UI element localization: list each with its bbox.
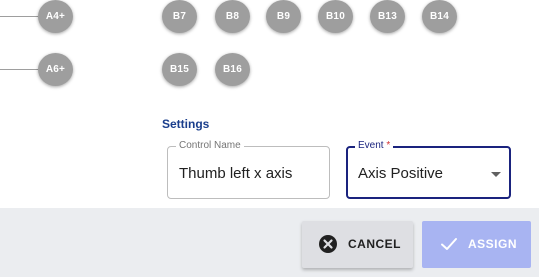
- button-b9[interactable]: B9: [266, 0, 301, 33]
- close-circle-icon: [319, 235, 337, 253]
- chevron-down-icon[interactable]: [491, 172, 501, 177]
- axis-connector-line: [0, 69, 38, 70]
- dialog-actions: CANCEL ASSIGN: [0, 208, 539, 277]
- cancel-button-label: CANCEL: [348, 237, 401, 251]
- control-name-label: Control Name: [176, 139, 244, 153]
- mapping-panel: A4+ B7 B8 B9 B10 B13 B14 A6+ B15 B16 Set…: [0, 0, 539, 208]
- button-b16[interactable]: B16: [215, 53, 250, 86]
- button-b8[interactable]: B8: [215, 0, 250, 33]
- control-name-field[interactable]: Control Name Thumb left x axis: [167, 139, 330, 199]
- axis-connector-line: [0, 16, 38, 17]
- button-b15[interactable]: B15: [162, 53, 197, 86]
- control-name-input[interactable]: Thumb left x axis: [179, 165, 292, 182]
- settings-heading: Settings: [162, 117, 210, 131]
- button-b13[interactable]: B13: [370, 0, 405, 33]
- event-selected-value: Axis Positive: [358, 165, 444, 182]
- event-label: Event *: [355, 139, 394, 153]
- assign-button[interactable]: ASSIGN: [422, 221, 531, 268]
- check-icon: [439, 235, 459, 253]
- assign-button-label: ASSIGN: [468, 237, 518, 251]
- event-label-text: Event: [358, 140, 384, 151]
- button-b7[interactable]: B7: [162, 0, 197, 33]
- axis-button-a6[interactable]: A6+: [38, 53, 73, 86]
- cancel-button[interactable]: CANCEL: [302, 221, 413, 268]
- button-b14[interactable]: B14: [422, 0, 457, 33]
- required-mark: *: [386, 140, 391, 151]
- button-b10[interactable]: B10: [318, 0, 353, 33]
- axis-button-a4[interactable]: A4+: [38, 0, 73, 33]
- event-select[interactable]: Event * Axis Positive: [346, 139, 511, 199]
